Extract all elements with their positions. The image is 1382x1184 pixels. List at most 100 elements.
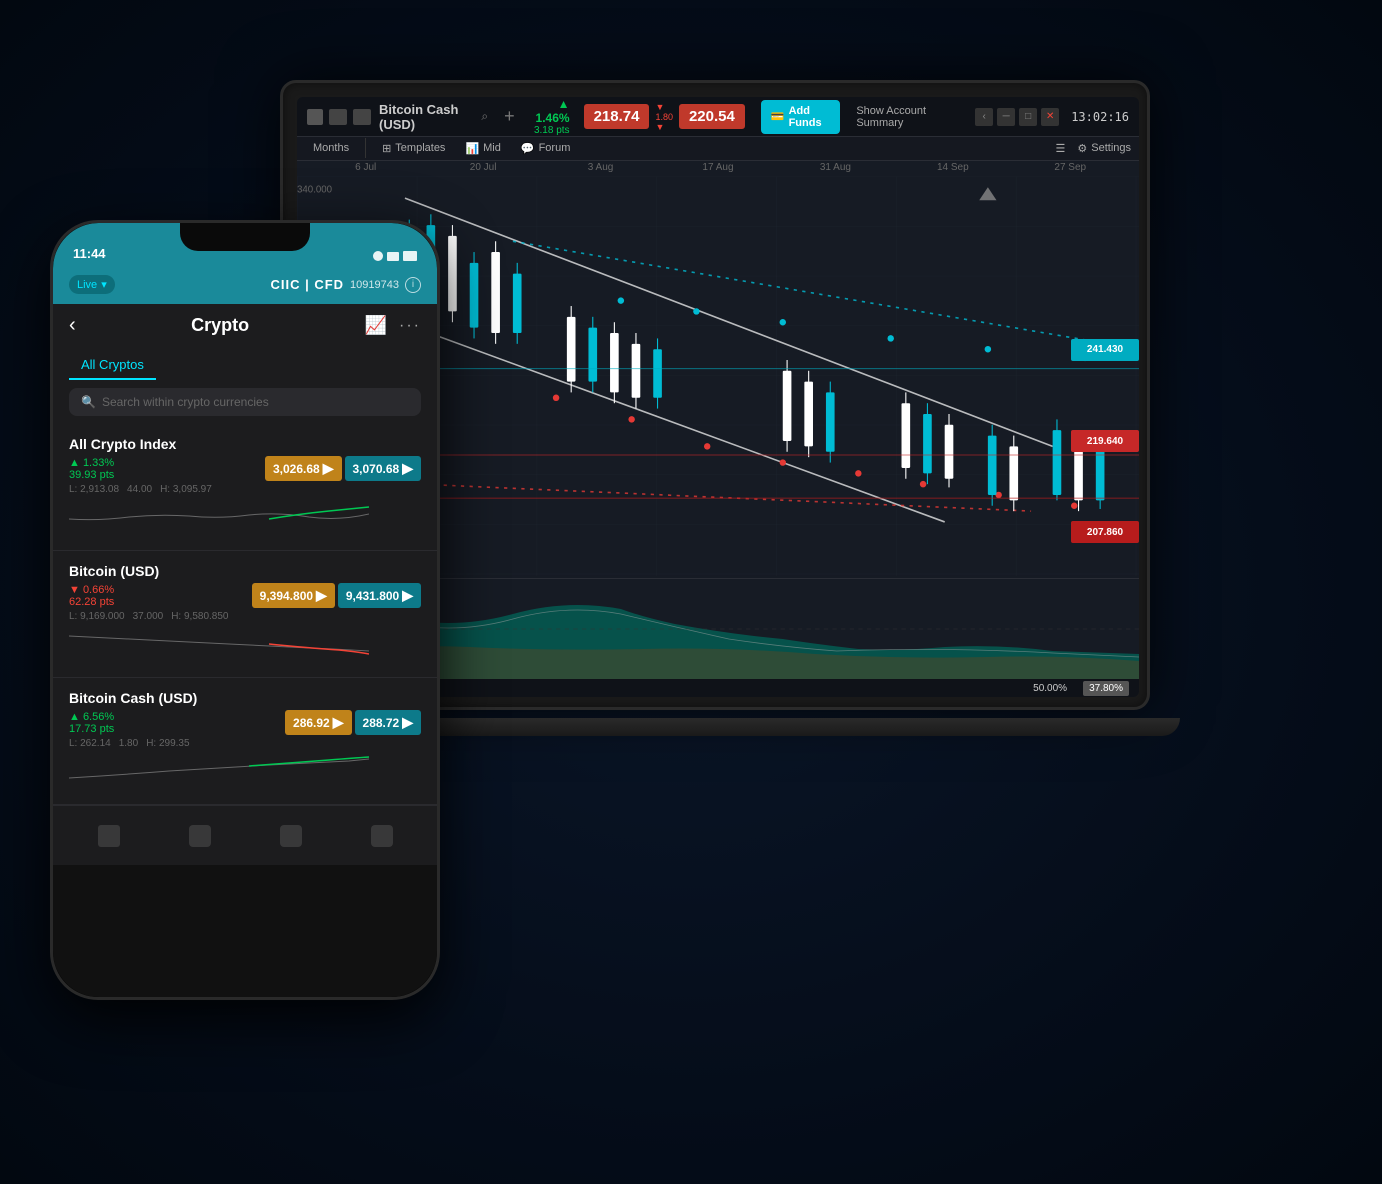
back-button[interactable]: ‹ — [69, 314, 76, 337]
buy-box-2[interactable]: 9,431.800 ▶ — [338, 583, 421, 608]
asset-list: All Crypto Index ▲ 1.33% 39.93 pts 3,026… — [53, 424, 437, 805]
wifi-icon — [387, 252, 399, 261]
status-icons — [373, 251, 417, 261]
info-icon[interactable]: i — [405, 277, 421, 293]
topbar-left — [307, 109, 371, 125]
buy-box-1[interactable]: 3,070.68 ▶ — [345, 456, 422, 481]
price-pair-2: 9,394.800 ▶ 9,431.800 ▶ — [252, 583, 421, 608]
nav-more-bottom[interactable] — [371, 825, 393, 847]
buy-arrow-3: ▶ — [402, 714, 413, 731]
add-funds-button[interactable]: 💳 Add Funds — [761, 100, 840, 134]
price-down-indicator: ▼ 1.80 ▼ — [655, 102, 673, 132]
battery-icon — [403, 251, 417, 261]
buy-box-3[interactable]: 288.72 ▶ — [355, 710, 421, 735]
asset-name-3: Bitcoin Cash (USD) — [69, 690, 421, 706]
search-icon[interactable]: ⌕ — [481, 109, 488, 124]
asset-name-2: Bitcoin (USD) — [69, 563, 421, 579]
sparkline-2 — [69, 626, 369, 656]
sell-box-2[interactable]: 9,394.800 ▶ — [252, 583, 335, 608]
home-icon — [98, 825, 120, 847]
sell-box-3[interactable]: 286.92 ▶ — [285, 710, 351, 735]
more-icon[interactable]: ··· — [399, 317, 421, 335]
date-17aug: 17 Aug — [659, 162, 776, 173]
list-item[interactable]: All Crypto Index ▲ 1.33% 39.93 pts 3,026… — [53, 424, 437, 551]
asset-name-1: All Crypto Index — [69, 436, 421, 452]
window-controls: ‹ ─ □ ✕ — [975, 108, 1059, 126]
asset-change-3: ▲ 6.56% — [69, 711, 114, 723]
list-item[interactable]: Bitcoin (USD) ▼ 0.66% 62.28 pts 9,394.80… — [53, 551, 437, 678]
search-box[interactable]: 🔍 Search within crypto currencies — [69, 388, 421, 416]
back-icon[interactable] — [307, 109, 323, 125]
phone-tabs: All Cryptos — [53, 347, 437, 380]
asset-details-2: L: 9,169.000 37.000 H: 9,580.850 — [69, 611, 421, 622]
prev-btn[interactable]: ‹ — [975, 108, 993, 126]
templates-label: Templates — [395, 142, 445, 154]
clock-display: 13:02:16 — [1071, 110, 1129, 124]
phone: 11:44 Live ▾ CIIC | CFD 10919743 i ‹ Cry… — [50, 220, 440, 1000]
price-level-cyan: 241.430 — [1071, 339, 1139, 361]
mid-icon: 📊 — [465, 142, 479, 155]
settings-btn[interactable]: ⚙ Settings — [1077, 142, 1131, 155]
phone-search-container: 🔍 Search within crypto currencies — [53, 380, 437, 424]
list-view-btn[interactable]: ☰ — [1048, 138, 1074, 159]
phone-screen: 11:44 Live ▾ CIIC | CFD 10919743 i ‹ Cry… — [53, 223, 437, 997]
minimize-btn[interactable]: ─ — [997, 108, 1015, 126]
broker-info: CIIC | CFD 10919743 i — [270, 277, 421, 293]
search-icon-phone: 🔍 — [81, 395, 96, 409]
live-badge: Live ▾ — [69, 275, 115, 294]
mid-label: Mid — [483, 142, 501, 154]
chart-icon[interactable]: 📈 — [365, 315, 387, 336]
date-27sep: 27 Sep — [1012, 162, 1129, 173]
buy-arrow-2: ▶ — [402, 587, 413, 604]
template-icon: ⊞ — [382, 142, 391, 155]
dropdown-icon: ▾ — [101, 278, 107, 291]
date-6jul: 6 Jul — [307, 162, 424, 173]
mid-btn[interactable]: 📊 Mid — [457, 138, 508, 159]
toolbar-sep-1 — [365, 138, 366, 158]
trading-topbar: Bitcoin Cash (USD) ⌕ + ▲ 1.46% 3.18 pts … — [297, 97, 1139, 137]
months-label: Months — [313, 142, 349, 154]
price-level-red2: 207.860 — [1071, 521, 1139, 543]
add-funds-icon: 💳 — [771, 110, 785, 123]
more-bottom-icon — [371, 825, 393, 847]
history-icon[interactable] — [353, 109, 371, 125]
price-level-red1: 219.640 — [1071, 430, 1139, 452]
nav-trade[interactable] — [280, 825, 302, 847]
signal-icon — [373, 251, 383, 261]
close-btn[interactable]: ✕ — [1041, 108, 1059, 126]
asset-pts-3: 17.73 pts — [69, 723, 114, 735]
add-tab-btn[interactable]: + — [504, 106, 515, 127]
list-item[interactable]: Bitcoin Cash (USD) ▲ 6.56% 17.73 pts 286… — [53, 678, 437, 805]
sparkline-3 — [69, 753, 369, 783]
price-pair-3: 286.92 ▶ 288.72 ▶ — [285, 710, 421, 735]
trade-icon — [280, 825, 302, 847]
restore-btn[interactable]: □ — [1019, 108, 1037, 126]
months-btn[interactable]: Months — [305, 138, 357, 158]
nav-home[interactable] — [98, 825, 120, 847]
symbol-label: Bitcoin Cash (USD) — [379, 102, 473, 132]
nav-search-bottom[interactable] — [189, 825, 211, 847]
sell-arrow-3: ▶ — [333, 714, 344, 731]
svg-text:340.000: 340.000 — [297, 185, 333, 196]
phone-notch — [180, 223, 310, 251]
forum-btn[interactable]: 💬 Forum — [513, 138, 578, 159]
asset-pts-2: 62.28 pts — [69, 596, 114, 608]
forum-label: Forum — [539, 142, 571, 154]
edit-icon[interactable] — [329, 109, 347, 125]
asset-details-3: L: 262.14 1.80 H: 299.35 — [69, 738, 421, 749]
date-31aug: 31 Aug — [777, 162, 894, 173]
sell-arrow-1: ▶ — [323, 460, 334, 477]
phone-navbar: ‹ Crypto 📈 ··· — [53, 304, 437, 347]
broker-name: CIIC | CFD — [270, 277, 344, 292]
sell-arrow-2: ▶ — [316, 587, 327, 604]
sell-box-1[interactable]: 3,026.68 ▶ — [265, 456, 342, 481]
tab-all-cryptos[interactable]: All Cryptos — [69, 351, 156, 380]
templates-btn[interactable]: ⊞ Templates — [374, 138, 453, 159]
date-14sep: 14 Sep — [894, 162, 1011, 173]
sell-price[interactable]: 218.74 — [584, 104, 650, 129]
search-bottom-icon — [189, 825, 211, 847]
show-account-button[interactable]: Show Account Summary — [856, 105, 951, 129]
buy-price[interactable]: 220.54 — [679, 104, 745, 129]
asset-change-1: ▲ 1.33% — [69, 457, 114, 469]
price-change-pct: ▲ 1.46% — [531, 97, 570, 125]
